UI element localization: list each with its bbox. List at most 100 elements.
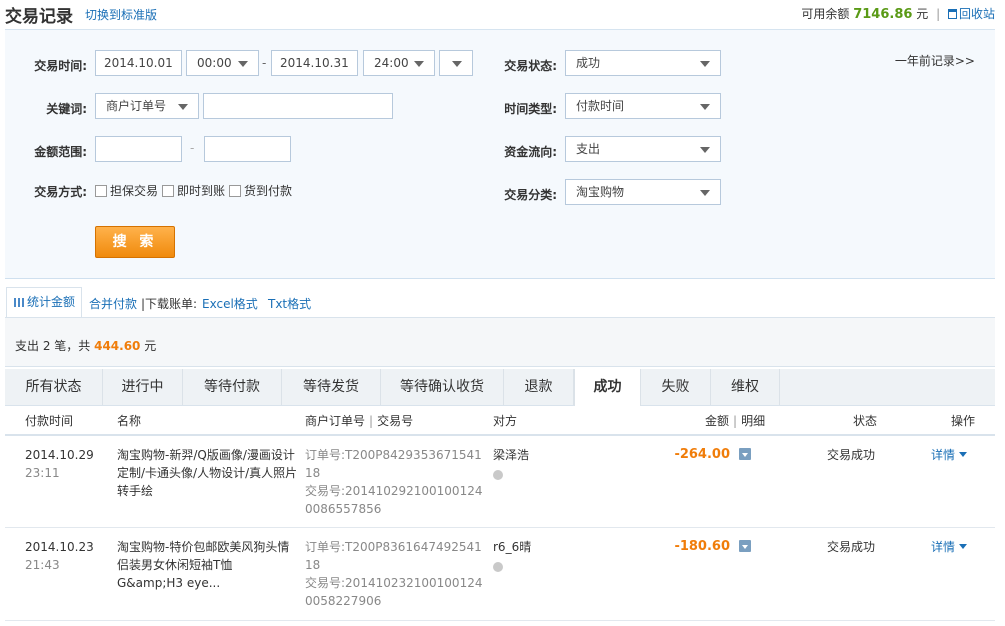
tab-failed[interactable]: 失败 [641, 369, 711, 405]
quick-range-dropdown[interactable] [439, 50, 473, 76]
keyword-input[interactable] [203, 93, 393, 119]
stat-amount-label: 统计金额 [27, 295, 76, 309]
status-text: 交易成功 [827, 448, 876, 462]
details-link[interactable]: 详情 [931, 538, 968, 556]
fund-flow-label: 资金流向: [504, 145, 557, 159]
tab-all[interactable]: 所有状态 [5, 369, 103, 405]
item-name: 淘宝购物-新羿/Q版画像/漫画设计定制/卡通头像/人物设计/真人照片转手绘 [117, 448, 298, 498]
method-instant-checkbox[interactable]: 即时到账 [162, 182, 225, 199]
keyword-type-value: 商户订单号 [106, 99, 167, 113]
chevron-down-icon [700, 147, 710, 153]
status-text: 交易成功 [827, 540, 876, 554]
recycle-bin-link[interactable]: 回收站 [947, 7, 995, 21]
col-pay-time: 付款时间 [25, 414, 74, 428]
method-cod-checkbox[interactable]: 货到付款 [229, 182, 292, 199]
summary-suffix: 元 [144, 339, 157, 353]
chevron-down-icon [700, 61, 710, 67]
details-link[interactable]: 详情 [931, 446, 968, 464]
table-header: 付款时间 名称 商户订单号 | 交易号 对方 金额 | 明细 状态 操作 [5, 406, 995, 436]
tab-dispute[interactable]: 维权 [711, 369, 780, 405]
end-time-value: 24:00 [374, 56, 409, 70]
time-type-value: 付款时间 [576, 99, 625, 113]
fund-flow-select[interactable]: 支出 [565, 136, 721, 162]
start-date-input[interactable]: 2014.10.01 [95, 50, 182, 76]
contact-icon[interactable] [493, 470, 503, 480]
start-time-select[interactable]: 00:00 [186, 50, 259, 76]
method-label: 即时到账 [177, 184, 226, 198]
switch-standard-link[interactable]: 切换到标准版 [85, 6, 157, 23]
older-records-link[interactable]: 一年前记录>> [895, 52, 975, 69]
date-value: 2014.10.23 [25, 540, 94, 554]
trade-category-select[interactable]: 淘宝购物 [565, 179, 721, 205]
method-label: 担保交易 [110, 184, 159, 198]
col-merchant-order: 商户订单号 [305, 414, 366, 428]
col-order: 商户订单号 | 交易号 [305, 414, 414, 428]
chevron-down-icon [414, 61, 424, 67]
date-value: 2014.10.29 [25, 448, 94, 462]
col-action: 操作 [951, 414, 976, 428]
detail-dropdown-icon[interactable] [739, 448, 751, 460]
chevron-down-icon [959, 544, 968, 549]
chevron-down-icon [238, 61, 248, 67]
time-value: 21:43 [25, 558, 60, 572]
contact-icon[interactable] [493, 562, 503, 572]
method-guarantee-checkbox[interactable]: 担保交易 [95, 182, 158, 199]
summary-amount: 444.60 [94, 339, 141, 353]
amount-min-input[interactable] [95, 136, 182, 162]
tab-waiting-confirm[interactable]: 等待确认收货 [381, 369, 504, 405]
col-amount-label: 金额 [705, 414, 730, 428]
amount-max-input[interactable] [204, 136, 291, 162]
bar-chart-icon [14, 298, 24, 307]
col-detail-label: 明细 [741, 414, 766, 428]
order-info: 订单号:T200P836164749254118 交易号:201410232100… [305, 538, 483, 610]
table-row: 2014.10.29 23:11 淘宝购物-新羿/Q版画像/漫画设计定制/卡通头像… [5, 436, 995, 528]
merge-pay-link[interactable]: 合并付款 [89, 295, 137, 312]
fund-flow-value: 支出 [576, 142, 601, 156]
chevron-down-icon [700, 190, 710, 196]
order-number: 订单号:T200P836164749254118 [305, 540, 482, 572]
col-party: 对方 [493, 414, 518, 428]
tab-in-progress[interactable]: 进行中 [103, 369, 183, 405]
start-time-value: 00:00 [197, 56, 232, 70]
trade-method-label: 交易方式: [34, 185, 87, 199]
amount-value: -264.00 [674, 447, 730, 462]
chevron-down-icon [452, 61, 462, 67]
amount-range-label: 金额范围: [34, 145, 87, 159]
toolbar: 统计金额 合并付款 |下载账单: Excel格式 Txt格式 [5, 287, 995, 317]
trade-status-value: 成功 [576, 56, 601, 70]
counterparty: r6_6晴 [493, 538, 531, 577]
end-time-select[interactable]: 24:00 [363, 50, 435, 76]
col-amount: 金额 | 明细 [705, 414, 766, 428]
tab-waiting-pay[interactable]: 等待付款 [183, 369, 282, 405]
order-number: 订单号:T200P842935367154118 [305, 448, 482, 480]
search-button[interactable]: 搜 索 [95, 226, 175, 258]
txt-download-link[interactable]: Txt格式 [268, 295, 311, 312]
filter-panel: 交易时间: 2014.10.01 00:00 - 2014.10.31 24:0… [5, 29, 995, 279]
table-row: 2014.10.23 21:43 淘宝购物-特价包邮欧美风狗头情侣装男女休闲短袖T… [5, 528, 995, 621]
keyword-label: 关键词: [46, 102, 87, 116]
balance-area: 可用余额 7146.86 元 | 回收站 [801, 5, 995, 22]
balance-value: 7146.86 [853, 7, 913, 22]
trash-icon [947, 9, 957, 19]
summary-prefix: 支出 2 笔，共 [15, 339, 91, 353]
trade-status-label: 交易状态: [504, 59, 557, 73]
details-label: 详情 [931, 448, 956, 462]
stat-amount-tab[interactable]: 统计金额 [6, 287, 82, 317]
tab-refund[interactable]: 退款 [504, 369, 574, 405]
time-type-select[interactable]: 付款时间 [565, 93, 721, 119]
keyword-type-select[interactable]: 商户订单号 [95, 93, 199, 119]
checkbox-icon [95, 184, 107, 197]
detail-dropdown-icon[interactable] [739, 540, 751, 552]
tab-waiting-ship[interactable]: 等待发货 [282, 369, 381, 405]
excel-download-link[interactable]: Excel格式 [202, 295, 258, 312]
range-dash: - [190, 141, 195, 155]
download-label: |下载账单: [141, 297, 198, 311]
details-label: 详情 [931, 540, 956, 554]
balance-label: 可用余额 [801, 7, 850, 21]
pay-date: 2014.10.29 23:11 [25, 446, 94, 482]
end-date-input[interactable]: 2014.10.31 [271, 50, 358, 76]
trade-status-select[interactable]: 成功 [565, 50, 721, 76]
party-name: 梁泽浩 [493, 448, 530, 462]
tab-success[interactable]: 成功 [574, 369, 641, 406]
method-label: 货到付款 [244, 184, 293, 198]
